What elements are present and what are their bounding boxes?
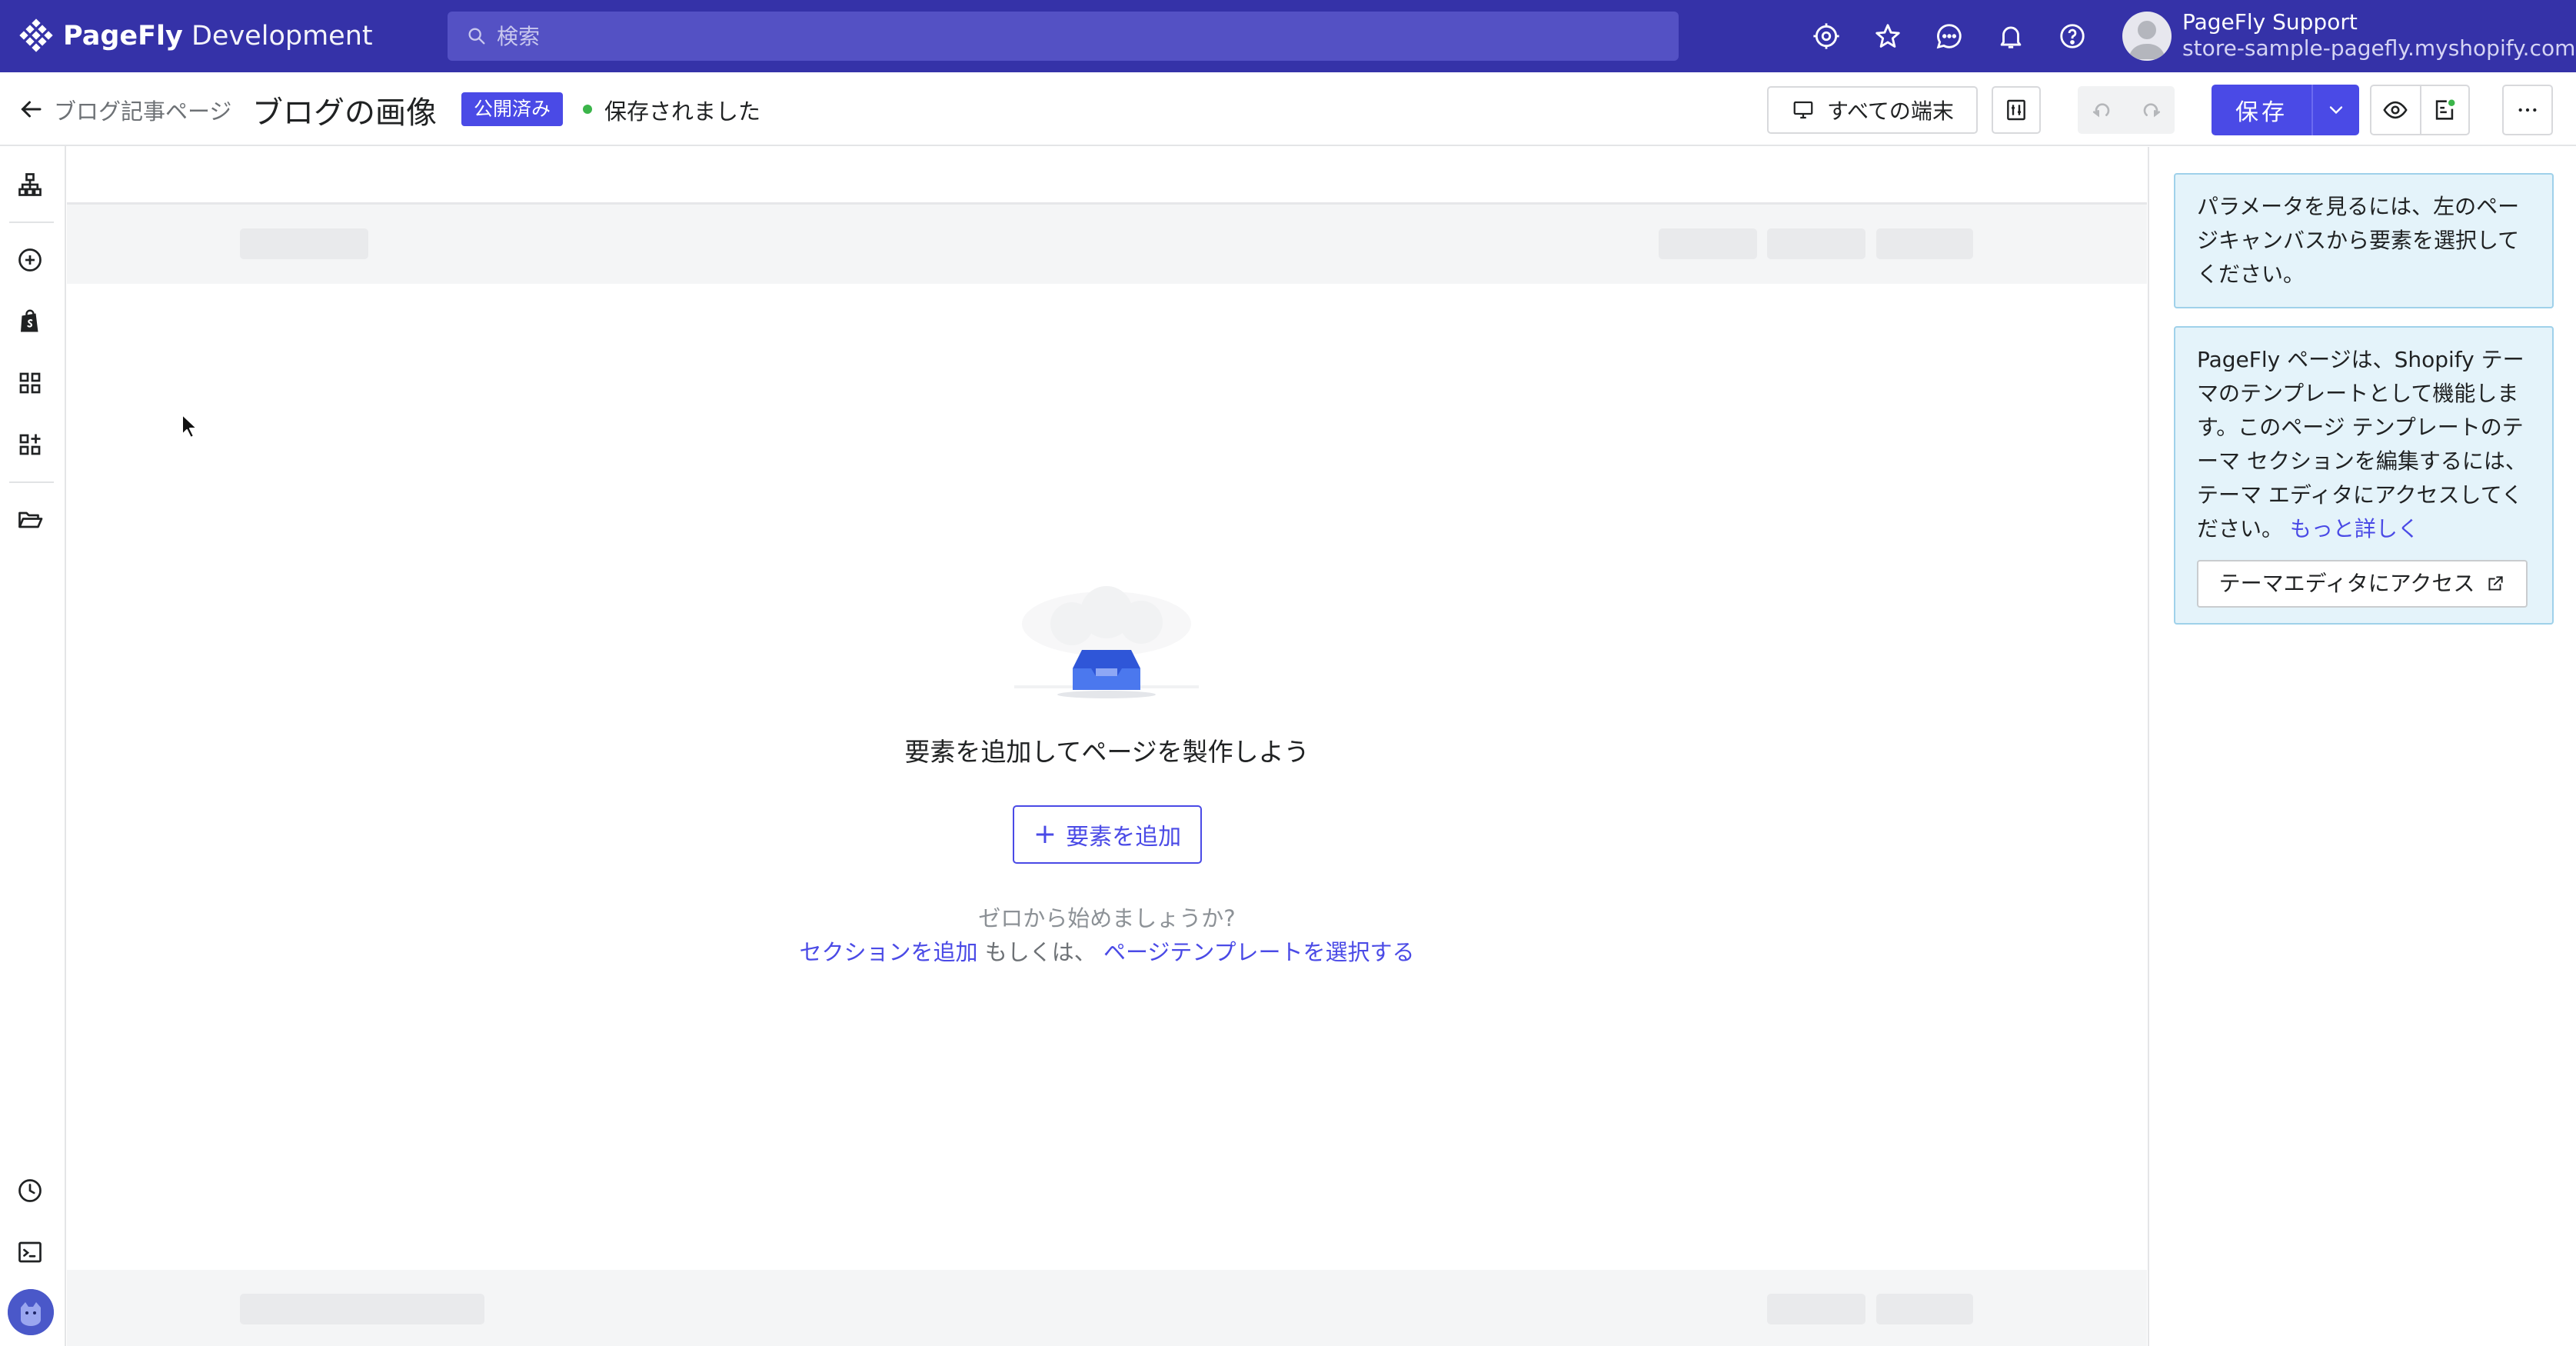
empty-box-illustration [1014,586,1199,698]
save-dropdown-button[interactable] [2311,85,2359,135]
device-selector[interactable]: すべての端末 [1767,86,1978,134]
breadcrumb[interactable]: ブログ記事ページ [54,94,231,126]
publish-status-button[interactable] [2419,86,2468,134]
folder-icon[interactable] [13,503,47,537]
clock-icon[interactable] [13,1174,47,1208]
redo-icon [2143,103,2160,118]
sliders-icon [2007,99,2025,121]
brand-env: Development [191,21,373,52]
top-bar: PageFly Development 検索 PageFly Support s… [0,0,2576,72]
bell-icon[interactable] [1995,21,2026,52]
skeleton-block [1767,1294,1865,1324]
theme-info-box: PageFly ページは、Shopify テーマのテンプレートとして機能します。… [2174,326,2554,625]
device-label: すべての端末 [1827,98,1954,124]
monitor-icon [1793,101,1813,119]
sitemap-icon[interactable] [13,168,47,202]
publish-icon [2436,99,2455,120]
redo-button[interactable] [2126,86,2175,134]
left-sidebar [0,146,66,1346]
page-settings-button[interactable] [1992,86,2041,134]
theme-info-text: PageFly ページは、Shopify テーマのテンプレートとして機能します。… [2197,347,2527,541]
add-element-button[interactable]: + 要素を追加 [1013,805,1202,864]
cat-mascot-icon [8,1289,54,1335]
star-icon[interactable] [1872,21,1903,52]
add-circle-icon[interactable] [13,243,47,277]
user-avatar[interactable] [2122,12,2172,61]
undo-icon [2092,103,2109,118]
skeleton-block [240,1294,484,1324]
search-bar[interactable] [448,12,1679,61]
pagefly-logo-icon [19,18,53,52]
hint-text: パラメータを見るには、左のページキャンバスから要素を選択してください。 [2197,194,2520,287]
plus-icon: + [1033,818,1057,850]
mouse-cursor-icon [181,414,198,438]
select-template-link[interactable]: ページテンプレートを選択する [1103,939,1415,965]
undo-button[interactable] [2078,86,2126,134]
skeleton-block [1876,1294,1973,1324]
eye-icon [2383,101,2408,119]
target-icon[interactable] [1811,21,1842,52]
pagefly-logo[interactable]: PageFly Development [17,17,373,55]
user-name[interactable]: PageFly Support [2182,9,2358,35]
user-silhouette-icon [2128,21,2165,59]
status-dot [583,105,592,114]
grid-add-icon[interactable] [13,428,47,461]
sidebar-divider [9,481,54,483]
shopify-bag-icon[interactable] [13,305,47,338]
add-section-link[interactable]: セクションを追加 [799,939,977,965]
skeleton-block [240,228,368,259]
skeleton-block [1767,228,1865,259]
back-arrow-icon[interactable] [17,94,45,125]
history-controls [2078,86,2175,134]
skeleton-block [1659,228,1757,259]
more-options-button[interactable] [2502,85,2553,135]
published-badge: 公開済み [461,92,564,126]
start-links: セクションを追加 もしくは、 ページテンプレートを選択する [67,935,2147,967]
save-button[interactable]: 保存 [2212,85,2311,135]
more-horizontal-icon [2518,108,2537,112]
or-text: もしくは、 [984,939,1097,965]
page-canvas[interactable]: 要素を追加してページを製作しよう + 要素を追加 ゼロから始めましょうか? セク… [67,147,2147,1346]
save-status: 保存されました [604,98,761,125]
external-link-icon [2488,576,2503,591]
editor-header: ブログ記事ページ ブログの画像 公開済み 保存されました すべての端末 保存 [0,72,2576,146]
assistant-avatar[interactable] [8,1289,54,1335]
theme-header-placeholder [67,205,2147,284]
start-question: ゼロから始めましょうか? [978,905,1236,931]
sidebar-divider [9,222,54,223]
skeleton-block [1876,228,1973,259]
theme-editor-button[interactable]: テーマエディタにアクセス [2197,560,2528,608]
search-icon [468,28,485,45]
help-icon[interactable] [2057,21,2088,52]
search-input[interactable] [497,23,1650,49]
user-store[interactable]: store-sample-pagefly.myshopify.com [2182,35,2575,61]
brand-name: PageFly [63,21,183,52]
learn-more-link[interactable]: もっと詳しく [2290,516,2419,541]
terminal-icon[interactable] [13,1235,47,1269]
empty-state-title: 要素を追加してページを製作しよう [904,737,1310,767]
grid-icon[interactable] [13,366,47,400]
theme-footer-placeholder [67,1270,2147,1346]
preview-publish-group [2370,85,2470,135]
inspector-panel: パラメータを見るには、左のページキャンバスから要素を選択してください。 Page… [2148,147,2576,1346]
theme-editor-label: テーマエディタにアクセス [2218,571,2475,596]
preview-button[interactable] [2371,86,2420,134]
chat-icon[interactable] [1934,21,1965,52]
select-element-hint: パラメータを見るには、左のページキャンバスから要素を選択してください。 [2174,173,2554,308]
page-title[interactable]: ブログの画像 [252,88,437,132]
chevron-down-icon [2329,106,2343,115]
add-element-label: 要素を追加 [1066,824,1182,851]
